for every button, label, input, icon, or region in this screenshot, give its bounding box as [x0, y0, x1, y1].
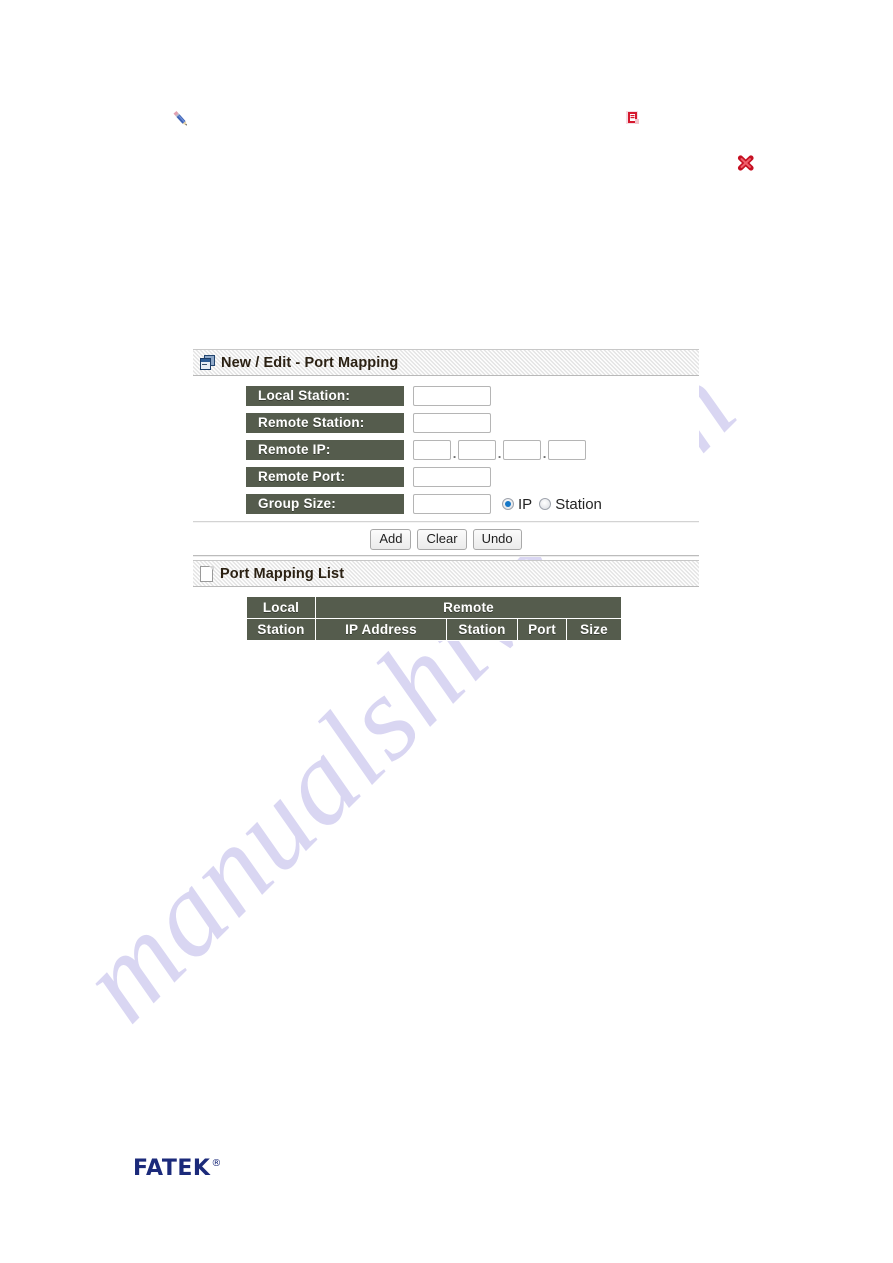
pencil-icon: [170, 108, 192, 135]
clear-button[interactable]: Clear: [417, 529, 467, 550]
form-button-row: Add Clear Undo: [193, 523, 699, 555]
port-mapping-page: New / Edit - Port Mapping Local Station:…: [193, 349, 699, 641]
registered-trademark-mark: ®: [211, 1158, 222, 1169]
red-x-icon: [735, 152, 757, 179]
ip-separator-1: .: [452, 446, 457, 461]
radio-ip-label: IP: [518, 495, 533, 513]
remote-port-label: Remote Port:: [246, 467, 404, 487]
radio-option-ip[interactable]: IP: [502, 496, 532, 513]
form-divider-bottom: [193, 555, 699, 557]
col-header-port: Port: [517, 618, 567, 641]
fatek-logo: FATEK ®: [133, 1158, 221, 1180]
fatek-logo-text: FATEK: [133, 1156, 211, 1181]
remote-ip-octet-3[interactable]: [503, 440, 541, 460]
radio-ip-indicator[interactable]: [502, 498, 514, 510]
group-header-local: Local: [246, 596, 316, 619]
add-button[interactable]: Add: [370, 529, 412, 550]
local-station-input[interactable]: [413, 386, 491, 406]
radio-station-label: Station: [555, 495, 602, 513]
table-column-header-row: Station IP Address Station Port Size: [246, 618, 622, 641]
list-panel-header: Port Mapping List: [193, 560, 699, 587]
remote-ip-octet-1[interactable]: [413, 440, 451, 460]
form-row-group-size: Group Size: IP Station: [193, 494, 699, 514]
col-header-ip-address: IP Address: [315, 618, 447, 641]
red-x-icon-svg: [737, 155, 754, 171]
new-edit-panel-title: New / Edit - Port Mapping: [221, 354, 399, 371]
red-document-icon: [624, 110, 642, 133]
remote-station-label: Remote Station:: [246, 413, 404, 433]
list-panel-title: Port Mapping List: [220, 565, 345, 582]
form-row-remote-station: Remote Station:: [193, 413, 699, 433]
col-header-size: Size: [566, 618, 622, 641]
page-icon: [200, 565, 214, 582]
radio-option-station[interactable]: Station: [539, 496, 602, 513]
ip-separator-3: .: [542, 446, 547, 461]
pencil-icon-svg: [173, 110, 187, 126]
remote-ip-octet-2[interactable]: [458, 440, 496, 460]
remote-ip-label: Remote IP:: [246, 440, 404, 460]
port-mapping-list: Local Remote Station IP Address Station …: [193, 587, 699, 641]
new-edit-panel-header: New / Edit - Port Mapping: [193, 349, 699, 376]
form-row-local-station: Local Station:: [193, 386, 699, 406]
form-window-icon: [200, 355, 215, 370]
form-row-remote-port: Remote Port:: [193, 467, 699, 487]
col-header-remote-station: Station: [446, 618, 518, 641]
group-header-remote: Remote: [315, 596, 622, 619]
group-size-input[interactable]: [413, 494, 491, 514]
col-header-local-station: Station: [246, 618, 316, 641]
table-head: Local Remote Station IP Address Station …: [246, 596, 622, 641]
remote-ip-group: . . .: [413, 440, 586, 460]
group-size-label: Group Size:: [246, 494, 404, 514]
remote-port-input[interactable]: [413, 467, 491, 487]
form-row-remote-ip: Remote IP: . . .: [193, 440, 699, 460]
local-station-label: Local Station:: [246, 386, 404, 406]
table-group-header-row: Local Remote: [246, 596, 622, 619]
red-document-icon-svg: [626, 111, 639, 124]
port-mapping-table: Local Remote Station IP Address Station …: [246, 596, 622, 641]
group-size-mode-radios: IP Station: [502, 496, 609, 513]
ip-separator-2: .: [497, 446, 502, 461]
undo-button[interactable]: Undo: [472, 529, 522, 550]
remote-station-input[interactable]: [413, 413, 491, 433]
remote-ip-octet-4[interactable]: [548, 440, 586, 460]
new-edit-form: Local Station: Remote Station: Remote IP…: [193, 376, 699, 557]
radio-station-indicator[interactable]: [539, 498, 552, 510]
